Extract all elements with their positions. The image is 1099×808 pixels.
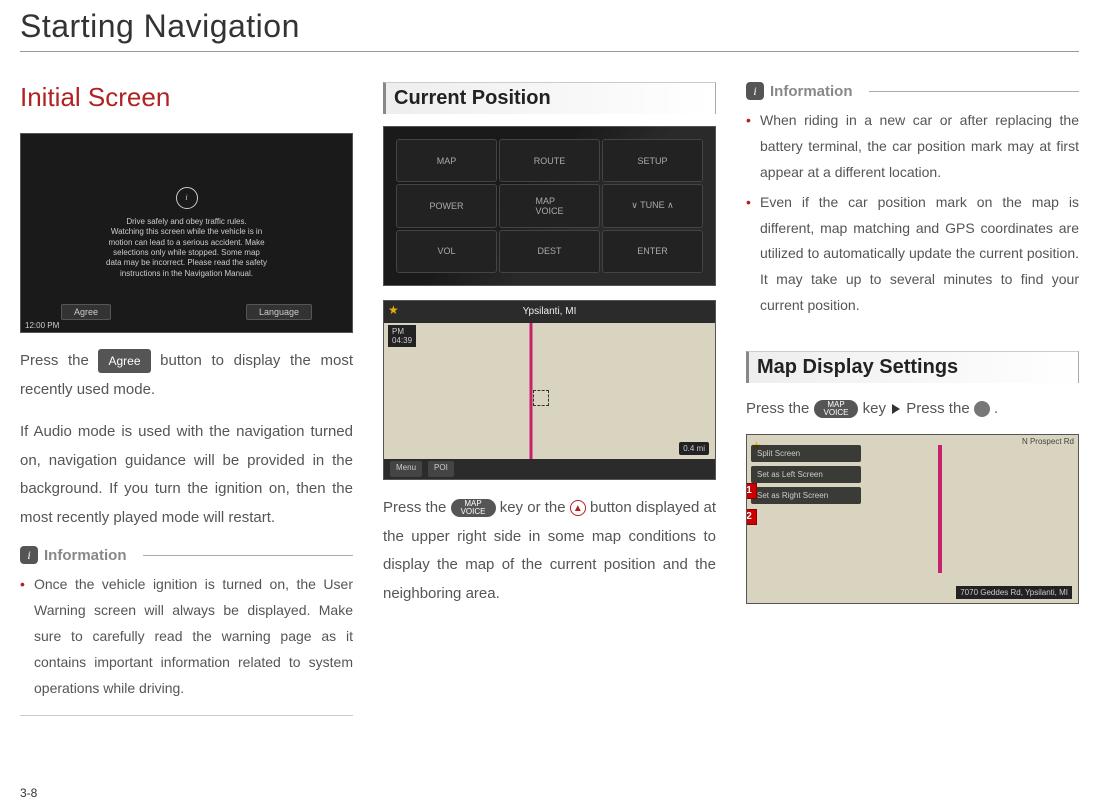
rule-line [143, 555, 354, 556]
map-header: Ypsilanti, MI [384, 301, 715, 323]
set-right-screen-option: Set as Right Screen [751, 487, 861, 504]
text: key or the [500, 499, 570, 516]
dash-power-button: POWER [396, 184, 497, 227]
split-screen-option: Split Screen [751, 445, 861, 462]
info-list: When riding in a new car or after replac… [746, 108, 1079, 333]
information-title: Information [44, 547, 127, 564]
key-bot: VOICE [461, 508, 486, 516]
map-crosshair-icon [533, 390, 549, 406]
dash-vol-label: VOL [396, 230, 497, 273]
map-screenshot: Ypsilanti, MI ★ PM 04:39 0.4 mi Menu POI [383, 300, 716, 480]
map-voice-key-label: MAP VOICE [451, 499, 496, 517]
text: Press the [383, 499, 451, 516]
key-bot: VOICE [824, 409, 849, 417]
dash-tune-button: ∨ TUNE ∧ [602, 184, 703, 227]
map-distance: 0.4 mi [679, 442, 709, 455]
agree-button-label: Agree [98, 349, 150, 374]
dash-map-label: MAP [396, 139, 497, 182]
text: Press the [20, 352, 98, 369]
information-header: i Information [746, 82, 1079, 100]
map-options-panel: Split Screen Set as Left Screen Set as R… [751, 445, 861, 504]
warning-language-button: Language [246, 304, 312, 320]
warning-screenshot: i Drive safely and obey traffic rules. W… [20, 133, 353, 333]
callout-1: 1 [746, 483, 757, 499]
set-left-screen-option: Set as Left Screen [751, 466, 861, 483]
map-menu-button: Menu [390, 461, 422, 477]
warning-time: 12:00 PM [25, 321, 59, 330]
star-icon: ★ [388, 303, 399, 317]
information-header: i Information [20, 546, 353, 564]
content-columns: Initial Screen i Drive safely and obey t… [20, 82, 1079, 716]
initial-screen-heading: Initial Screen [20, 82, 353, 113]
dash-mapvoice-button: MAP VOICE [499, 184, 600, 227]
col1-body-2: If Audio mode is used with the navigatio… [20, 418, 353, 532]
text: . [994, 400, 998, 417]
current-position-heading: Current Position [383, 82, 716, 114]
grey-circle-icon [974, 401, 990, 417]
info-item: When riding in a new car or after replac… [746, 108, 1079, 186]
info-item: Even if the car position mark on the map… [746, 190, 1079, 319]
col2-body: Press the MAP VOICE key or the ▲ button … [383, 494, 716, 608]
column-3: i Information When riding in a new car o… [746, 82, 1079, 716]
warning-agree-button: Agree [61, 304, 111, 320]
up-arrow-icon: ▲ [570, 500, 586, 516]
callout-2: 2 [746, 509, 757, 525]
map-display-settings-heading: Map Display Settings [746, 351, 1079, 383]
map-time: PM 04:39 [388, 325, 416, 347]
map-route-line [929, 445, 951, 573]
info-list: Once the vehicle ignition is turned on, … [20, 572, 353, 716]
warning-text: Drive safely and obey traffic rules. Wat… [106, 217, 267, 279]
text: key [863, 400, 886, 417]
dash-dest-button: DEST [499, 230, 600, 273]
info-icon: i [20, 546, 38, 564]
column-2: Current Position MAP ROUTE SETUP POWER M… [383, 82, 716, 716]
dash-setup-button: SETUP [602, 139, 703, 182]
map-address: 7070 Geddes Rd, Ypsilanti, MI [956, 586, 1072, 599]
text: Press the [906, 400, 974, 417]
map-poi-button: POI [428, 461, 454, 477]
info-item: Once the vehicle ignition is turned on, … [20, 572, 353, 701]
map-corner-label: N Prospect Rd [1022, 437, 1074, 446]
dash-route-button: ROUTE [499, 139, 600, 182]
triangle-right-icon [892, 404, 900, 414]
dash-enter-button: ENTER [602, 230, 703, 273]
page-title: Starting Navigation [20, 0, 1079, 52]
col1-body-1: Press the Agree button to display the mo… [20, 347, 353, 404]
page-number: 3-8 [20, 786, 37, 800]
map-settings-screenshot: ★ N Prospect Rd Split Screen Set as Left… [746, 434, 1079, 604]
text: Press the [746, 400, 814, 417]
rule-line [869, 91, 1080, 92]
column-1: Initial Screen i Drive safely and obey t… [20, 82, 353, 716]
map-voice-key-label: MAP VOICE [814, 400, 859, 418]
dashboard-photo: MAP ROUTE SETUP POWER MAP VOICE ∨ TUNE ∧… [383, 126, 716, 286]
info-circle-icon: i [176, 187, 198, 209]
information-title: Information [770, 83, 853, 100]
info-icon: i [746, 82, 764, 100]
col3-body: Press the MAP VOICE key Press the . [746, 395, 1079, 424]
